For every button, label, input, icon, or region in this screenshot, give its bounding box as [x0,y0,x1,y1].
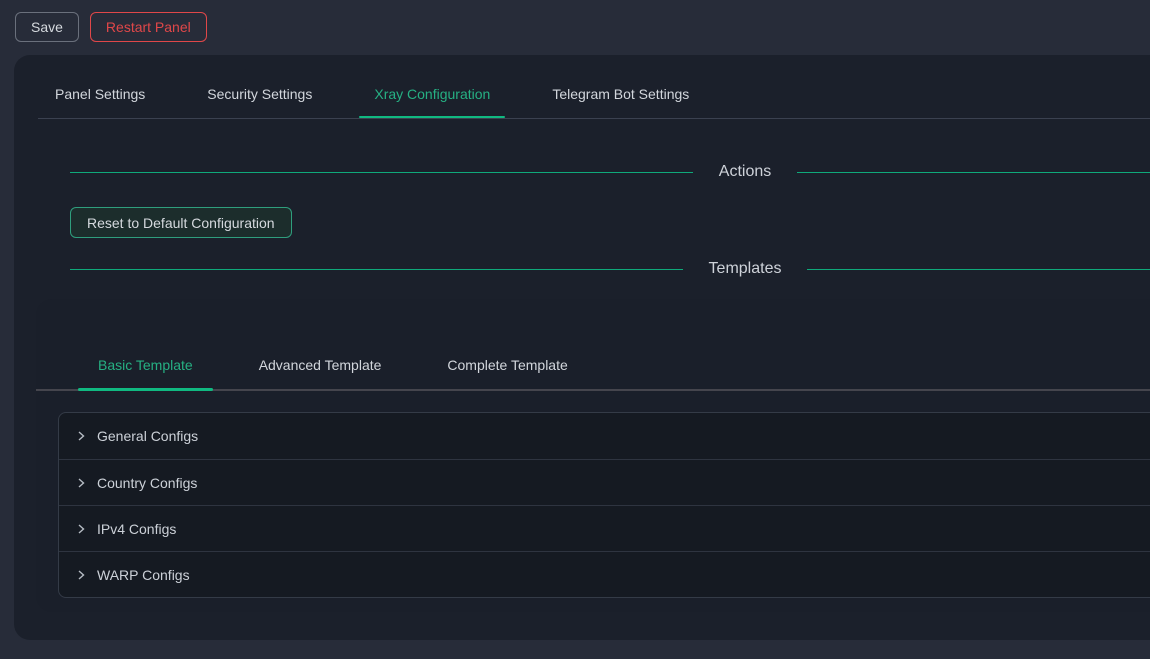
tab-telegram-bot-settings[interactable]: Telegram Bot Settings [552,84,689,118]
actions-section-title: Actions [693,163,797,181]
divider-line [807,269,1150,270]
tab-basic-template[interactable]: Basic Template [78,355,213,389]
accordion-item-general-configs[interactable]: General Configs [59,413,1150,459]
top-action-bar: Save Restart Panel [0,0,1150,55]
tab-complete-template[interactable]: Complete Template [427,355,587,389]
accordion-item-country-configs[interactable]: Country Configs [59,459,1150,505]
template-tab-bar: Basic Template Advanced Template Complet… [36,299,1150,391]
accordion-item-label: General Configs [97,428,198,444]
config-accordion: General Configs Country Configs IPv4 Con… [58,412,1150,598]
accordion-item-label: IPv4 Configs [97,521,176,537]
restart-panel-button[interactable]: Restart Panel [90,12,207,42]
settings-card: Panel Settings Security Settings Xray Co… [14,55,1150,640]
tab-panel-settings[interactable]: Panel Settings [55,84,145,118]
chevron-right-icon [75,569,87,581]
tab-security-settings[interactable]: Security Settings [207,84,312,118]
app-root: Save Restart Panel Panel Settings Securi… [0,0,1150,640]
actions-divider: Actions [70,162,1150,182]
chevron-right-icon [75,430,87,442]
accordion-item-label: WARP Configs [97,567,190,583]
chevron-right-icon [75,523,87,535]
settings-tab-bar: Panel Settings Security Settings Xray Co… [38,55,1150,119]
divider-line [70,269,683,270]
accordion-item-warp-configs[interactable]: WARP Configs [59,551,1150,597]
divider-line [797,172,1150,173]
tab-xray-configuration[interactable]: Xray Configuration [374,84,490,118]
accordion-item-label: Country Configs [97,475,197,491]
templates-divider: Templates [70,259,1150,279]
templates-card: Basic Template Advanced Template Complet… [36,299,1150,612]
chevron-right-icon [75,477,87,489]
tab-advanced-template[interactable]: Advanced Template [239,355,402,389]
templates-section-title: Templates [683,260,808,278]
accordion-item-ipv4-configs[interactable]: IPv4 Configs [59,505,1150,551]
save-button[interactable]: Save [15,12,79,42]
divider-line [70,172,693,173]
reset-to-default-button[interactable]: Reset to Default Configuration [70,207,292,238]
